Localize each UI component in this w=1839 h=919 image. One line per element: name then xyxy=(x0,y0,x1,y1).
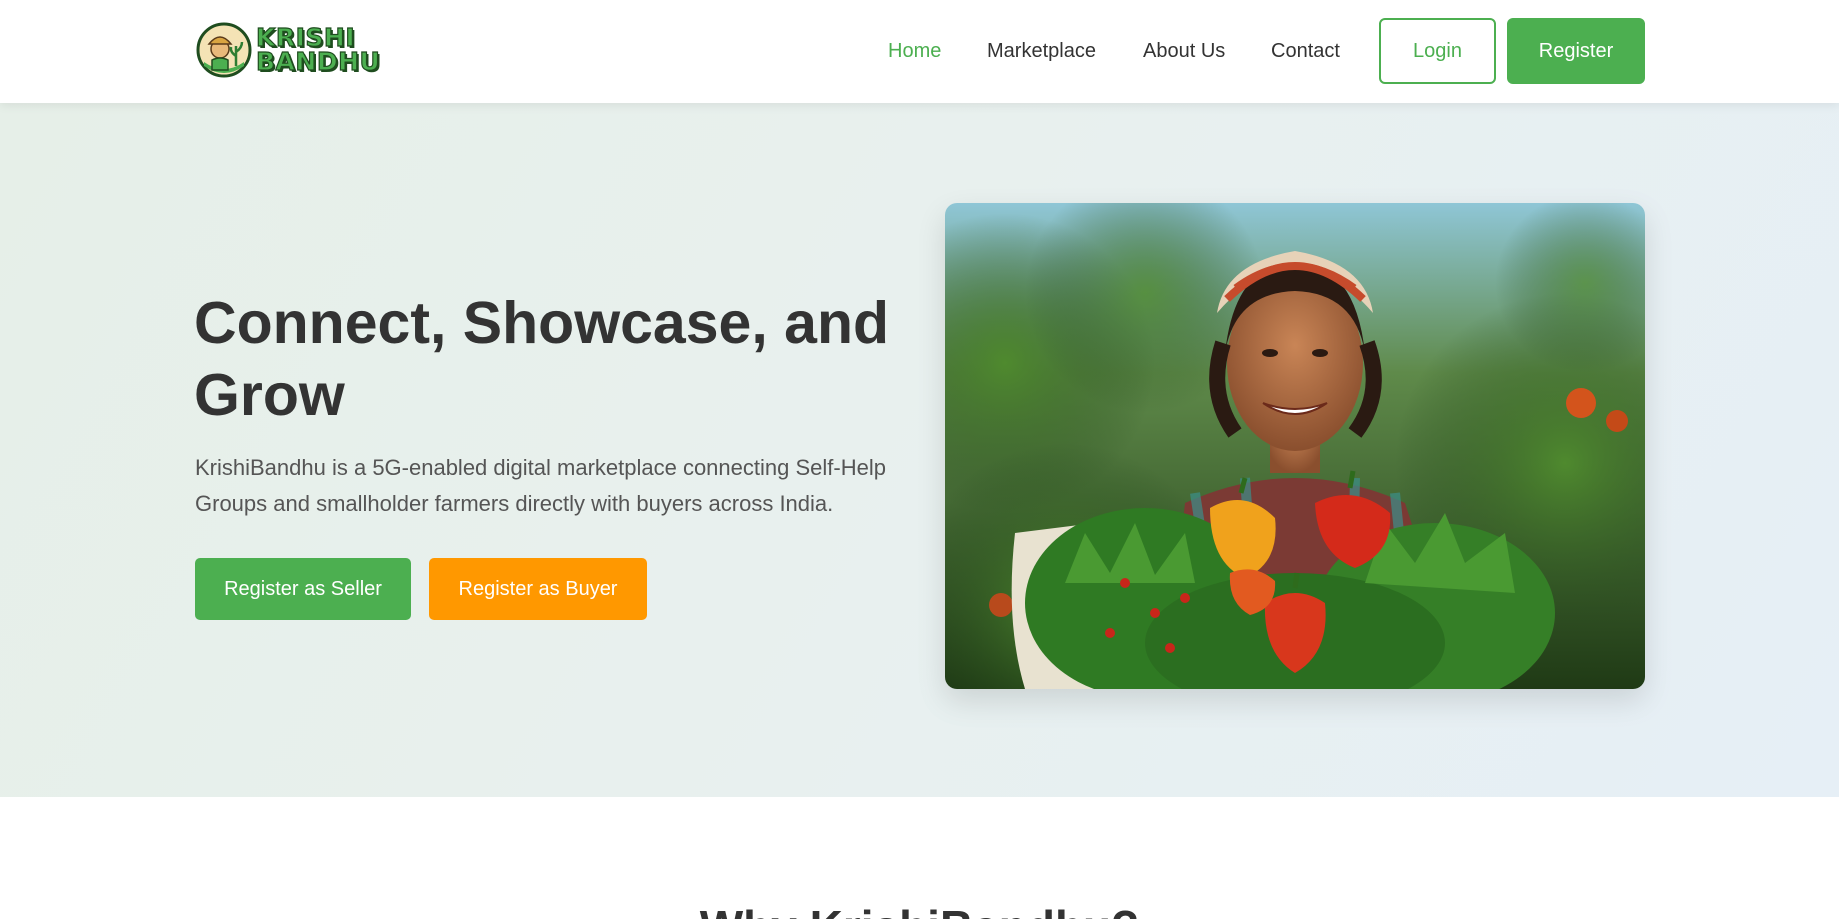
nav-link-home[interactable]: Home xyxy=(888,40,941,63)
brand-name-line2: BANDHU xyxy=(255,47,381,76)
login-button[interactable]: Login xyxy=(1379,18,1496,84)
hero-subtitle: KrishiBandhu is a 5G-enabled digital mar… xyxy=(195,455,886,516)
register-seller-button[interactable]: Register as Seller xyxy=(195,558,411,620)
site-header: KRISHI BANDHU Home Marketplace About Us … xyxy=(0,0,1839,103)
nav-link-about-us[interactable]: About Us xyxy=(1143,40,1225,63)
register-button[interactable]: Register xyxy=(1507,18,1645,84)
brand-wordmark: KRISHI BANDHU xyxy=(255,24,381,76)
farmer-woman-with-vegetables-icon xyxy=(945,203,1645,689)
hero-image xyxy=(945,203,1645,689)
hero-section: Connect, Showcase, and Grow KrishiBandhu… xyxy=(0,103,1839,797)
hero-title: Connect, Showcase, and Grow xyxy=(194,290,890,428)
farmer-logo-icon xyxy=(196,22,252,78)
features-heading: Why KrishiBandhu? xyxy=(0,900,1839,919)
brand-logo[interactable]: KRISHI BANDHU xyxy=(196,22,380,78)
features-section: Why KrishiBandhu? xyxy=(0,797,1839,919)
nav-link-contact[interactable]: Contact xyxy=(1271,40,1340,63)
nav-link-marketplace[interactable]: Marketplace xyxy=(987,40,1096,63)
register-buyer-button[interactable]: Register as Buyer xyxy=(429,558,647,620)
